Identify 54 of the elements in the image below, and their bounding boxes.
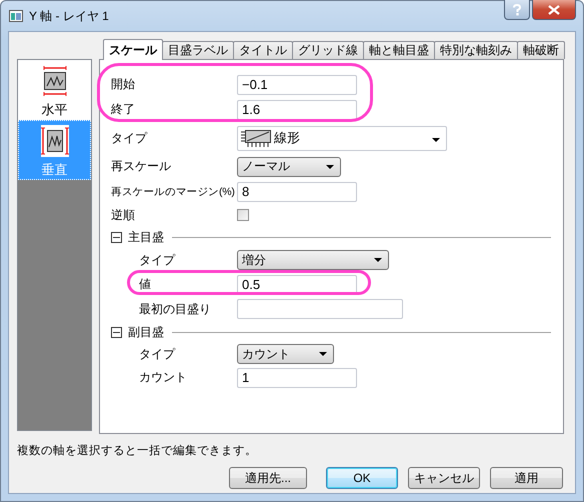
caret-icon — [432, 138, 440, 142]
field-label: 最初の目盛り — [138, 300, 212, 318]
dialog-button[interactable]: キャンセル — [408, 467, 480, 489]
field-label: 再スケールのマージン(%) — [111, 184, 236, 198]
field-label: 開始 — [111, 76, 136, 93]
margin-field[interactable]: 8 — [237, 182, 357, 202]
count-field[interactable]: 1 — [237, 368, 357, 388]
tab[interactable]: 軸破断 — [517, 41, 565, 59]
axis-item[interactable]: 水平 — [18, 60, 91, 120]
tab[interactable]: 軸と軸目盛 — [363, 41, 435, 59]
window-title: Y 軸 - レイヤ 1 — [29, 8, 109, 24]
close-icon — [548, 4, 560, 14]
linear-scale-icon — [240, 128, 272, 146]
tab[interactable]: 特別な軸刻み — [434, 41, 518, 59]
field-label: 再スケール — [111, 158, 172, 175]
field-label: タイプ — [138, 346, 176, 362]
tab[interactable]: グリッド線 — [292, 41, 364, 59]
first-tick-field[interactable] — [237, 299, 403, 319]
field-label: 終了 — [111, 101, 136, 118]
scale-type-dropdown[interactable]: 線形 — [237, 126, 447, 150]
dialog-button[interactable]: 適用先... — [229, 467, 307, 489]
hint-text: 複数の軸を選択すると一括で編集できます。 — [17, 444, 257, 458]
horizontal-axis-icon — [40, 65, 68, 97]
field-label: タイプ — [111, 130, 148, 146]
caret-icon — [319, 352, 327, 356]
dialog-button[interactable]: OK — [326, 467, 398, 489]
help-button[interactable] — [504, 0, 530, 20]
tab[interactable]: 目盛ラベル — [162, 41, 234, 59]
field-label: 値 — [138, 276, 152, 293]
tab[interactable]: タイトル — [233, 41, 293, 59]
field-label: タイプ — [138, 252, 176, 268]
dialog-button[interactable]: 適用 — [490, 467, 563, 489]
section-title: 副目盛 — [128, 324, 164, 340]
field-label: カウント — [138, 369, 188, 386]
axis-label: 水平 — [42, 101, 68, 119]
tick-type-dropdown[interactable]: カウント — [237, 344, 334, 364]
vertical-axis-icon — [40, 125, 68, 157]
close-button[interactable] — [532, 0, 576, 20]
collapse-icon[interactable] — [111, 326, 122, 338]
app-icon — [9, 10, 23, 22]
caret-icon — [374, 258, 382, 262]
caret-icon — [326, 164, 334, 168]
reverse-checkbox[interactable] — [237, 209, 249, 221]
collapse-icon[interactable] — [111, 232, 122, 242]
end-field[interactable]: 1.6 — [237, 100, 357, 120]
axis-label: 垂直 — [42, 161, 68, 179]
section-title: 主目盛 — [128, 228, 164, 246]
field-label: 逆順 — [111, 206, 136, 224]
start-field[interactable]: −0.1 — [237, 74, 357, 94]
tick-type-dropdown[interactable]: 増分 — [237, 250, 389, 270]
tab[interactable]: スケール — [103, 39, 163, 60]
rescale-dropdown[interactable]: ノーマル — [237, 156, 341, 176]
help-icon — [512, 4, 522, 16]
value-field[interactable]: 0.5 — [237, 274, 357, 294]
